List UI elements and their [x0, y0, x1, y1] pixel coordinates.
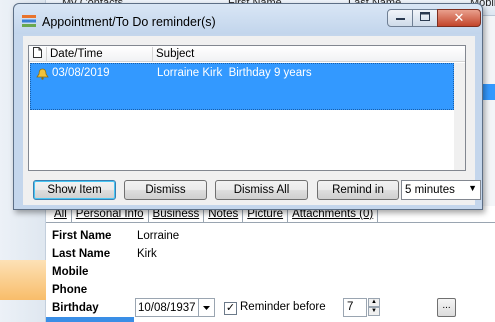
- app-icon: [22, 15, 36, 27]
- reminder-checkbox[interactable]: ✓: [224, 302, 237, 315]
- chevron-down-icon: ▼: [468, 183, 477, 193]
- maximize-icon: [420, 12, 430, 24]
- column-icon[interactable]: [29, 47, 47, 61]
- last-name-value[interactable]: Kirk: [137, 248, 157, 260]
- dismiss-all-button[interactable]: Dismiss All: [215, 180, 308, 200]
- navigation-pane-selected-item[interactable]: [0, 260, 46, 300]
- stepper-up-icon[interactable]: ▲: [368, 298, 380, 307]
- close-icon: ✕: [453, 10, 465, 25]
- dialog-titlebar[interactable]: Appointment/To Do reminder(s) ✕: [14, 4, 482, 34]
- reminder-before-label: Reminder before: [240, 301, 326, 313]
- document-icon: [33, 47, 42, 61]
- reminder-row-subject: Lorraine Kirk Birthday 9 years: [157, 67, 312, 79]
- reminder-row-date: 03/08/2019: [52, 67, 110, 79]
- chevron-down-icon[interactable]: [198, 299, 214, 316]
- minimize-button[interactable]: [387, 9, 413, 27]
- reminder-list-header: Date/Time Subject: [29, 46, 465, 62]
- reminder-dialog: Appointment/To Do reminder(s) ✕ Date/Tim…: [13, 3, 483, 210]
- birthday-label: Birthday: [52, 302, 99, 314]
- first-name-label: First Name: [52, 230, 112, 242]
- reminder-row[interactable]: 03/08/2019 Lorraine Kirk Birthday 9 year…: [30, 63, 454, 110]
- birthday-date-picker[interactable]: 10/08/1937: [135, 298, 215, 317]
- close-button[interactable]: ✕: [437, 9, 481, 27]
- bell-icon: [36, 68, 49, 83]
- dialog-title: Appointment/To Do reminder(s): [42, 15, 216, 29]
- remind-interval-value: 5 minutes: [405, 184, 455, 196]
- contacts-list-strip: [483, 16, 495, 206]
- stepper-down-icon[interactable]: ▼: [368, 307, 380, 316]
- window-controls: ✕: [387, 9, 481, 27]
- tab-divider: [46, 222, 495, 223]
- reminder-days-input[interactable]: 7: [343, 298, 367, 317]
- reminder-list-scrollbar[interactable]: [454, 63, 465, 170]
- birthday-value[interactable]: 10/08/1937: [136, 302, 198, 314]
- remind-interval-select[interactable]: 5 minutes ▼: [401, 180, 481, 200]
- contacts-list-selected-row[interactable]: [483, 84, 495, 100]
- phone-label: Phone: [52, 284, 88, 296]
- dialog-body: Date/Time Subject 03/08/2019 Lorraine Ki…: [23, 36, 481, 205]
- last-name-label: Last Name: [52, 248, 111, 260]
- first-name-value[interactable]: Lorraine: [137, 230, 179, 242]
- checkmark-icon: ✓: [225, 302, 236, 314]
- show-item-button[interactable]: Show Item: [33, 180, 116, 200]
- field-row-highlight: [46, 317, 134, 322]
- reminder-list[interactable]: Date/Time Subject 03/08/2019 Lorraine Ki…: [28, 45, 466, 171]
- dialog-button-row: Show Item Dismiss Dismiss All Remind in …: [33, 180, 481, 200]
- reminder-days-stepper[interactable]: ▲ ▼: [368, 298, 380, 317]
- maximize-button[interactable]: [412, 9, 438, 27]
- minimize-icon: [395, 12, 405, 24]
- column-subject[interactable]: Subject: [153, 47, 465, 61]
- dismiss-button[interactable]: Dismiss: [124, 180, 207, 200]
- browse-button[interactable]: ...: [437, 298, 456, 317]
- remind-in-button[interactable]: Remind in: [317, 180, 399, 200]
- column-date-time[interactable]: Date/Time: [47, 47, 153, 61]
- mobile-label: Mobile: [52, 266, 89, 278]
